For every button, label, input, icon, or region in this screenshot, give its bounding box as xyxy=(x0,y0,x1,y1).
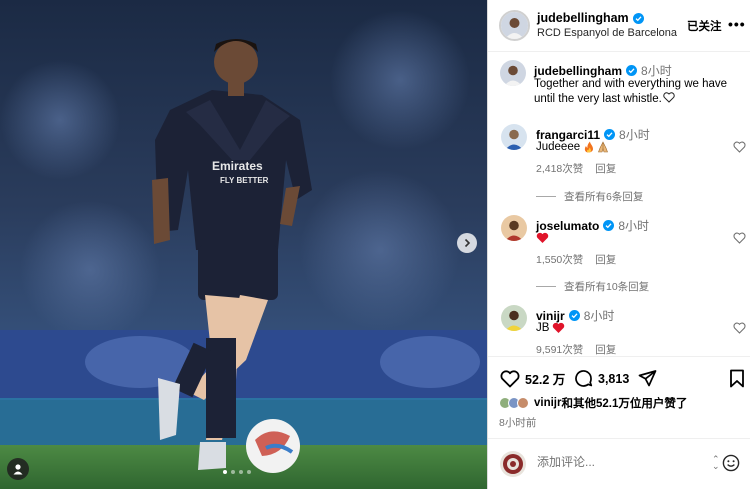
post-photo[interactable]: Emirates FLY BETTER xyxy=(0,0,487,489)
comment-text xyxy=(536,232,549,244)
red-heart-emoji xyxy=(553,322,565,333)
author-avatar[interactable] xyxy=(499,10,530,41)
up-down-arrows-icon[interactable]: ⌃ ⌄ xyxy=(712,455,720,471)
photo-image: Emirates FLY BETTER xyxy=(0,0,487,489)
comment-time: 8小时 xyxy=(618,219,650,233)
comment-meta: 9,591次赞 回复 xyxy=(536,342,616,357)
caption-username[interactable]: judebellingham xyxy=(534,64,622,78)
paper-plane-icon xyxy=(638,370,657,387)
smiley-icon xyxy=(722,454,740,472)
share-button[interactable] xyxy=(638,369,657,388)
view-replies-label: 查看所有6条回复 xyxy=(564,191,644,203)
commenter-username-row: joselumato 8小时 xyxy=(536,217,649,234)
comment-likes-count[interactable]: 1,550次赞 xyxy=(536,252,583,267)
verified-badge-icon xyxy=(604,129,616,140)
post-location[interactable]: RCD Espanyol de Barcelona xyxy=(537,27,677,39)
verified-badge-icon xyxy=(632,12,644,24)
commenter-avatar[interactable] xyxy=(501,305,527,331)
post-header: judebellingham RCD Espanyol de Barcelona… xyxy=(488,0,750,52)
comment-body: JB xyxy=(536,322,550,334)
following-button[interactable]: 已关注 xyxy=(687,18,722,34)
carousel-dot xyxy=(231,470,235,474)
add-comment-input[interactable] xyxy=(537,455,697,469)
liker-avatar xyxy=(517,397,529,409)
commenter-avatar[interactable] xyxy=(501,215,527,241)
replies-divider-line xyxy=(536,286,556,287)
liker-avatars xyxy=(499,397,529,409)
comment-item: frangarci11 8小时 Judeeee 2,418次赞 回复 xyxy=(499,124,746,184)
comments-count[interactable]: 3,813 xyxy=(598,372,629,386)
caption-avatar[interactable] xyxy=(500,60,526,86)
carousel-dot-active xyxy=(223,470,227,474)
comment-likes-count[interactable]: 2,418次赞 xyxy=(536,161,583,176)
like-button[interactable]: 52.2 万 xyxy=(500,369,565,388)
comment-likes-count[interactable]: 9,591次赞 xyxy=(536,342,583,357)
comment-meta: 1,550次赞 回复 xyxy=(536,252,616,267)
current-user-avatar xyxy=(500,451,526,477)
comment-button[interactable]: 3,813 xyxy=(574,369,629,388)
heart-outline-icon xyxy=(500,369,520,387)
svg-text:Emirates: Emirates xyxy=(212,159,263,173)
post-timestamp[interactable]: 8小时前 xyxy=(499,415,536,430)
comment-time: 8小时 xyxy=(583,309,615,323)
verified-badge-icon xyxy=(568,310,580,321)
liked-by-user[interactable]: vinijr xyxy=(534,397,561,409)
view-replies-button[interactable]: 查看所有6条回复 xyxy=(536,189,643,204)
svg-text:FLY BETTER: FLY BETTER xyxy=(220,176,269,185)
author-username[interactable]: judebellingham xyxy=(537,11,629,25)
commenter-username[interactable]: frangarci11 xyxy=(536,128,600,142)
commenter-username[interactable]: joselumato xyxy=(536,219,599,233)
bookmark-icon xyxy=(730,369,744,388)
fire-emoji xyxy=(584,141,594,153)
reply-button[interactable]: 回复 xyxy=(595,161,616,176)
white-heart-emoji xyxy=(663,92,675,103)
verified-badge-icon xyxy=(603,220,615,231)
comment-item: joselumato 8小时 1,550次赞 回复 xyxy=(499,215,746,275)
heart-outline-icon xyxy=(733,141,746,153)
caption-text-body: Together and with everything we have unt… xyxy=(534,78,728,105)
carousel-dot xyxy=(247,470,251,474)
liked-by-rest[interactable]: 和其他52.1万位用户赞了 xyxy=(561,395,687,411)
caption-text: Together and with everything we have unt… xyxy=(534,77,734,107)
comment-text: JB xyxy=(536,322,565,334)
commenter-avatar[interactable] xyxy=(501,124,527,150)
tagged-people-button[interactable] xyxy=(7,458,29,480)
comment-body: Judeeee xyxy=(536,141,581,153)
carousel-indicator xyxy=(223,470,251,474)
comment-like-button[interactable] xyxy=(733,321,746,339)
view-replies-label: 查看所有10条回复 xyxy=(564,281,650,293)
reply-button[interactable]: 回复 xyxy=(595,252,616,267)
chevron-right-icon xyxy=(464,238,471,248)
carousel-dot xyxy=(239,470,243,474)
folded-hands-emoji xyxy=(598,141,609,153)
heart-outline-icon xyxy=(733,232,746,244)
emoji-picker-button[interactable] xyxy=(722,454,740,477)
post-actions: 52.2 万 3,813 vinijr 和其他52.1万位用户赞了 8小时前 xyxy=(488,356,750,438)
more-options-icon[interactable]: ••• xyxy=(728,16,746,32)
reply-button[interactable]: 回复 xyxy=(595,342,616,357)
view-replies-button[interactable]: 查看所有10条回复 xyxy=(536,279,649,294)
red-heart-emoji xyxy=(536,232,549,243)
save-button[interactable] xyxy=(729,369,745,388)
comment-time: 8小时 xyxy=(619,128,650,142)
commenter-username[interactable]: vinijr xyxy=(536,309,565,323)
author-username-row[interactable]: judebellingham xyxy=(537,11,644,25)
verified-badge-icon xyxy=(626,65,638,76)
likes-count[interactable]: 52.2 万 xyxy=(525,369,565,388)
comment-text: Judeeee xyxy=(536,141,609,153)
comment-like-button[interactable] xyxy=(733,231,746,249)
speech-bubble-icon xyxy=(575,370,593,387)
replies-divider-line xyxy=(536,196,556,197)
post-side-panel: judebellingham RCD Espanyol de Barcelona… xyxy=(487,0,750,489)
heart-outline-icon xyxy=(733,322,746,334)
comment-like-button[interactable] xyxy=(733,140,746,158)
person-tag-icon xyxy=(13,464,23,475)
comment-meta: 2,418次赞 回复 xyxy=(536,161,616,176)
next-photo-button[interactable] xyxy=(457,233,477,253)
liked-by-row[interactable]: vinijr 和其他52.1万位用户赞了 xyxy=(499,395,687,411)
add-comment-bar: ⌃⌄ xyxy=(488,438,750,489)
